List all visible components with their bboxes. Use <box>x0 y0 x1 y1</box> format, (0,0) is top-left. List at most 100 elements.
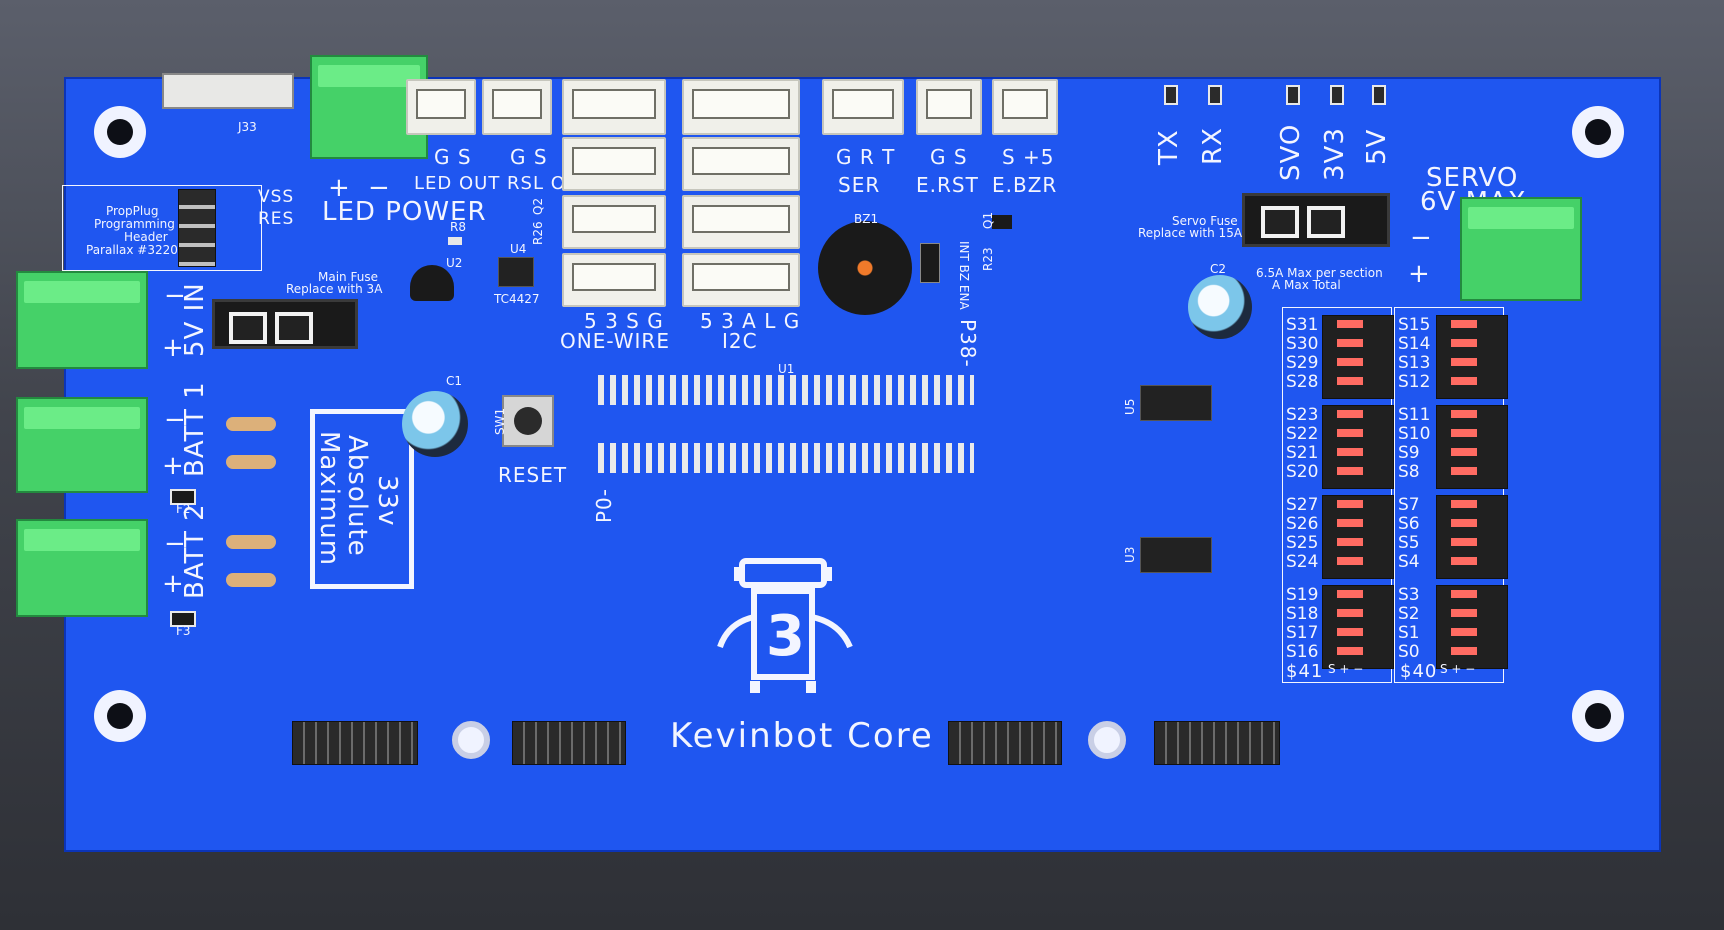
refdes-u3: U3 <box>1123 546 1137 563</box>
refdes-r26: R26 <box>531 221 545 245</box>
refdes-q1: Q1 <box>981 211 995 229</box>
servo-channel-label: S28 <box>1286 372 1319 392</box>
led-rx-label: RX <box>1198 127 1228 165</box>
i2c-label: I2C <box>722 329 758 353</box>
servo-header-left-4[interactable] <box>1322 585 1394 669</box>
jst-i2c-3 <box>682 195 800 249</box>
p0-label: P0- <box>592 487 616 523</box>
servo-power-plus: + <box>1408 259 1431 289</box>
servo-channel-label: S10 <box>1398 424 1431 444</box>
onewire-label: ONE-WIRE <box>560 329 670 353</box>
jst-onewire-4 <box>562 253 666 307</box>
led-3v3 <box>1330 85 1344 105</box>
servo-power-minus: − <box>1410 223 1433 253</box>
batt1-label: BATT 1 <box>180 381 210 477</box>
refdes-f3: F3 <box>176 624 191 638</box>
servo-channel-label: S27 <box>1286 495 1319 515</box>
servo-header-left-1[interactable] <box>1322 315 1394 399</box>
propplug-header <box>178 189 216 267</box>
main-fuse <box>212 299 358 349</box>
mounting-hole-bottom-left <box>94 690 146 742</box>
servo-channel-label: S2 <box>1398 604 1420 624</box>
jst-onewire-3 <box>562 195 666 249</box>
ser-label: SER <box>838 173 881 197</box>
mounting-hole-bottom-right <box>1572 690 1624 742</box>
servo-channel-label: S7 <box>1398 495 1420 515</box>
servo-channel-label: S25 <box>1286 533 1319 553</box>
jst-onewire-2 <box>562 137 666 191</box>
led-svo <box>1286 85 1300 105</box>
propplug-res: RES <box>258 209 295 229</box>
bottom-standoff-right <box>1088 721 1126 759</box>
servo-header-right-3[interactable] <box>1436 495 1508 579</box>
bottom-header-1 <box>292 721 418 765</box>
servo-channel-label: S21 <box>1286 443 1319 463</box>
led-3v3-label: 3V3 <box>1320 127 1350 181</box>
jst-onewire-1 <box>562 79 666 135</box>
board-title: Kevinbot Core <box>670 716 934 756</box>
jst-rsl-out <box>482 79 552 135</box>
servo-header-right-4[interactable] <box>1436 585 1508 669</box>
pcb-board: J33 + − LED POWER PropPlug Programming H… <box>16 55 1661 852</box>
refdes-sw1: SW1 <box>493 407 507 435</box>
mounting-hole-top-right <box>1572 106 1624 158</box>
capacitor-c2 <box>1188 275 1252 339</box>
refdes-f2: F2 <box>176 502 191 516</box>
jst-i2c-4 <box>682 253 800 307</box>
ser-pins: G R T <box>836 145 896 169</box>
servo-channel-label: S9 <box>1398 443 1420 463</box>
servo-channel-label: S3 <box>1398 585 1420 605</box>
refdes-c1: C1 <box>446 374 463 388</box>
ebzr-label: E.BZR <box>992 173 1058 197</box>
erst-label: E.RST <box>916 173 979 197</box>
servo-channel-label: S15 <box>1398 315 1431 335</box>
propplug-line1: PropPlug <box>106 204 159 218</box>
servo-header-left-2[interactable] <box>1322 405 1394 489</box>
r8-part <box>448 237 462 245</box>
servo-channel-label: S6 <box>1398 514 1420 534</box>
reset-label: RESET <box>498 463 568 487</box>
refdes-tc4427: TC4427 <box>494 292 540 306</box>
terminal-5v-in <box>16 271 148 369</box>
reset-button[interactable] <box>502 395 554 447</box>
servo-power-note2: A Max Total <box>1272 278 1341 292</box>
jst-ser <box>822 79 904 135</box>
diode-batt2-b <box>200 573 302 587</box>
led-svo-label: SVO <box>1276 123 1306 181</box>
u4-chip <box>498 257 534 287</box>
capacitor-c1 <box>402 391 468 457</box>
diode-batt2-a <box>200 535 302 549</box>
servo-header-right-1[interactable] <box>1436 315 1508 399</box>
bottom-header-3 <box>948 721 1062 765</box>
bottom-header-4 <box>1154 721 1280 765</box>
servo-power-terminal <box>1460 197 1582 301</box>
refdes-u2: U2 <box>446 256 463 270</box>
u1-socket-top <box>598 375 974 405</box>
servo-header-left-3[interactable] <box>1322 495 1394 579</box>
batt2-label: BATT 2 <box>180 503 210 599</box>
servo-fuse-line2: Replace with 15A <box>1138 226 1243 240</box>
servo-header-right-2[interactable] <box>1436 405 1508 489</box>
erst-pins: G S <box>930 145 968 169</box>
u1-socket-bottom <box>598 443 974 473</box>
refdes-u4: U4 <box>510 242 527 256</box>
servo-bank-left-label: $41 <box>1286 661 1324 682</box>
led-tx-label: TX <box>1154 129 1184 165</box>
logo-digit: 3 <box>766 604 805 669</box>
warning-line3: Maximum <box>314 431 344 567</box>
servo-channel-label: S4 <box>1398 552 1420 572</box>
led-out-pins: G S <box>434 145 472 169</box>
rsl-out-pins: G S <box>510 145 548 169</box>
led-tx <box>1164 85 1178 105</box>
servo-bank-left-pins: S + − <box>1328 662 1364 676</box>
servo-channel-label: S26 <box>1286 514 1319 534</box>
terminal-batt1 <box>16 397 148 493</box>
servo-fuse <box>1242 193 1390 247</box>
servo-channel-label: S13 <box>1398 353 1431 373</box>
servo-bank-right-label: $40 <box>1400 661 1438 682</box>
servo-channel-label: S22 <box>1286 424 1319 444</box>
servo-channel-label: S5 <box>1398 533 1420 553</box>
refdes-q2: Q2 <box>531 197 545 215</box>
bottom-header-2 <box>512 721 626 765</box>
p38-label: P38- <box>956 319 980 368</box>
